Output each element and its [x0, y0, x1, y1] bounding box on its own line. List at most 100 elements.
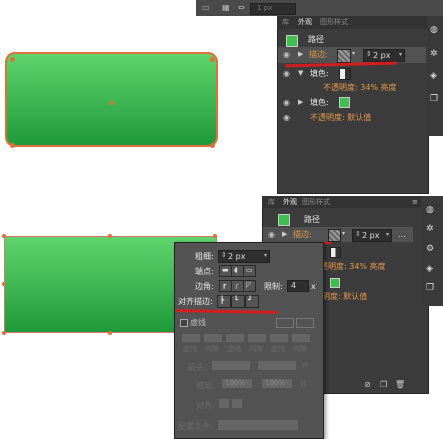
dashed-line-label: 虚线 [190, 318, 206, 327]
small-value-field[interactable]: 1 px [250, 3, 296, 15]
link-scale-icon[interactable]: ⛓ [299, 381, 308, 388]
tab-appearance[interactable]: 外观 [283, 199, 297, 206]
stroke-color-swatch[interactable] [337, 49, 351, 63]
opacity-label[interactable]: 不透明度: 默认值 [310, 114, 371, 122]
cap-label: 端点: [195, 267, 214, 276]
artboards-icon[interactable]: ❐ [430, 95, 438, 104]
limit-label: 限制: [264, 282, 283, 291]
anchor-point[interactable] [2, 331, 6, 335]
tab-library[interactable]: 库 [282, 19, 289, 26]
fill-label[interactable]: 填色: [310, 70, 329, 78]
corner-handle[interactable] [10, 57, 15, 62]
weight-label: 粗细: [195, 252, 214, 261]
profile-select[interactable] [218, 420, 298, 430]
fill-color-swatch[interactable] [339, 97, 350, 108]
gap-col-label: 间隙 [293, 345, 307, 353]
layers-icon[interactable]: ◈ [426, 265, 433, 274]
brush-icon[interactable]: ◍ [426, 206, 434, 215]
start-arrow-select[interactable] [212, 361, 250, 370]
settings-icon[interactable]: ⚙ [426, 245, 434, 254]
expand-arrow-icon[interactable]: ▶ [298, 99, 303, 106]
corner-handle[interactable] [210, 143, 215, 148]
grid-icon[interactable]: ▦ [222, 4, 230, 12]
scale-label: 缩放: [196, 381, 215, 390]
gap-col-label: 间隙 [205, 345, 219, 353]
more-options-button[interactable]: ... [398, 231, 406, 239]
dash-field[interactable] [182, 334, 200, 342]
opacity-label[interactable]: 透明度: 34% 亮度 [320, 263, 386, 271]
gap-col-label: 间隙 [249, 345, 263, 353]
visibility-eye-icon[interactable]: ◉ [283, 51, 290, 59]
swap-arrows-icon[interactable]: ⇄ [302, 362, 308, 369]
swatch-dropdown-icon[interactable]: ▾ [342, 231, 345, 237]
tab-library[interactable]: 库 [268, 199, 275, 206]
symbol-icon[interactable]: ✲ [430, 50, 438, 59]
visibility-eye-icon[interactable]: ◉ [283, 114, 290, 122]
fill-color-swatch[interactable] [330, 278, 340, 288]
dashed-line-checkbox[interactable] [180, 319, 188, 327]
duplicate-icon[interactable]: ❐ [380, 381, 387, 389]
visibility-eye-icon[interactable]: ◉ [283, 99, 290, 107]
anchor-point[interactable] [2, 282, 6, 286]
anchor-point[interactable] [2, 234, 6, 238]
layers-icon[interactable]: ◈ [430, 72, 437, 81]
align-inside-button[interactable]: ┗ [231, 295, 245, 308]
tab-appearance[interactable]: 外观 [298, 19, 312, 26]
dash-field[interactable] [226, 334, 244, 342]
visibility-eye-icon[interactable]: ◉ [283, 70, 290, 78]
fill-label[interactable]: 填色: [310, 99, 329, 107]
anchor-point[interactable] [108, 331, 112, 335]
rounded-rectangle-shape[interactable] [5, 52, 218, 147]
collapse-arrow-icon[interactable]: ▼ [298, 70, 303, 77]
anchor-point[interactable] [108, 234, 112, 238]
symbol-icon[interactable]: ✲ [426, 225, 434, 234]
tab-graphic-styles[interactable]: 图形样式 [302, 199, 330, 206]
stroke-weight-field[interactable]: ⇕ 2 px ▾ [352, 229, 392, 242]
brush-icon[interactable]: ◍ [430, 26, 438, 35]
delete-icon[interactable]: 🗑 [395, 381, 405, 389]
stroke-label[interactable]: 描边: [309, 51, 328, 59]
visibility-eye-icon[interactable]: ◉ [268, 231, 275, 239]
top-control-bar [196, 0, 443, 16]
align-outside-button[interactable]: ┛ [245, 295, 259, 308]
bevel-join-button[interactable]: ◸ [243, 280, 256, 292]
projecting-cap-button[interactable]: ▭ [243, 265, 256, 277]
gap-field[interactable] [248, 334, 266, 342]
fill-swatch[interactable] [330, 247, 341, 258]
start-scale-field[interactable]: 100% [222, 379, 252, 388]
dash-col-label: 虚线 [271, 345, 285, 353]
stroke-color-swatch[interactable] [328, 229, 341, 242]
artboards-icon[interactable]: ❐ [426, 284, 434, 293]
stroke-weight-field[interactable]: ⇕ 2 px ▾ [363, 49, 405, 62]
dash-col-label: 虚线 [227, 345, 241, 353]
weight-field[interactable]: ⇕ 2 px ▾ [218, 250, 270, 263]
clear-appearance-icon[interactable]: ⊘ [364, 381, 371, 389]
opacity-label[interactable]: 明度: 默认值 [322, 293, 367, 301]
arrow-align-option[interactable] [232, 399, 242, 408]
stroke-label[interactable]: 描边: [293, 231, 312, 239]
arrow-align-option[interactable] [219, 399, 229, 408]
end-scale-field[interactable]: 100% [262, 379, 292, 388]
anchor-point[interactable] [213, 234, 217, 238]
gap-field[interactable] [204, 334, 222, 342]
expand-arrow-icon[interactable]: ▶ [282, 231, 287, 238]
opacity-label[interactable]: 不透明度: 34% 亮度 [323, 84, 397, 92]
corner-handle[interactable] [10, 143, 15, 148]
dash-preset-2[interactable] [296, 318, 314, 328]
dash-preset-1[interactable] [276, 318, 294, 328]
corner-handle[interactable] [210, 57, 215, 62]
end-arrow-select[interactable] [258, 361, 296, 370]
path-thumbnail [286, 35, 298, 47]
gap-field[interactable] [292, 334, 310, 342]
expand-arrow-icon[interactable]: ▶ [298, 51, 303, 58]
fill-swatch[interactable] [339, 68, 351, 80]
align-center-button[interactable]: ┣ [217, 295, 231, 308]
panel-menu-icon[interactable]: ≡ [412, 199, 418, 206]
center-point [110, 101, 114, 105]
transform-icon[interactable]: ⇔ [238, 4, 245, 12]
align-icon[interactable]: ▭ [202, 4, 210, 12]
tab-graphic-styles[interactable]: 图形样式 [320, 19, 348, 26]
swatch-dropdown-icon[interactable]: ▾ [352, 51, 355, 57]
limit-field[interactable]: 4 [287, 280, 309, 292]
dash-field[interactable] [270, 334, 288, 342]
